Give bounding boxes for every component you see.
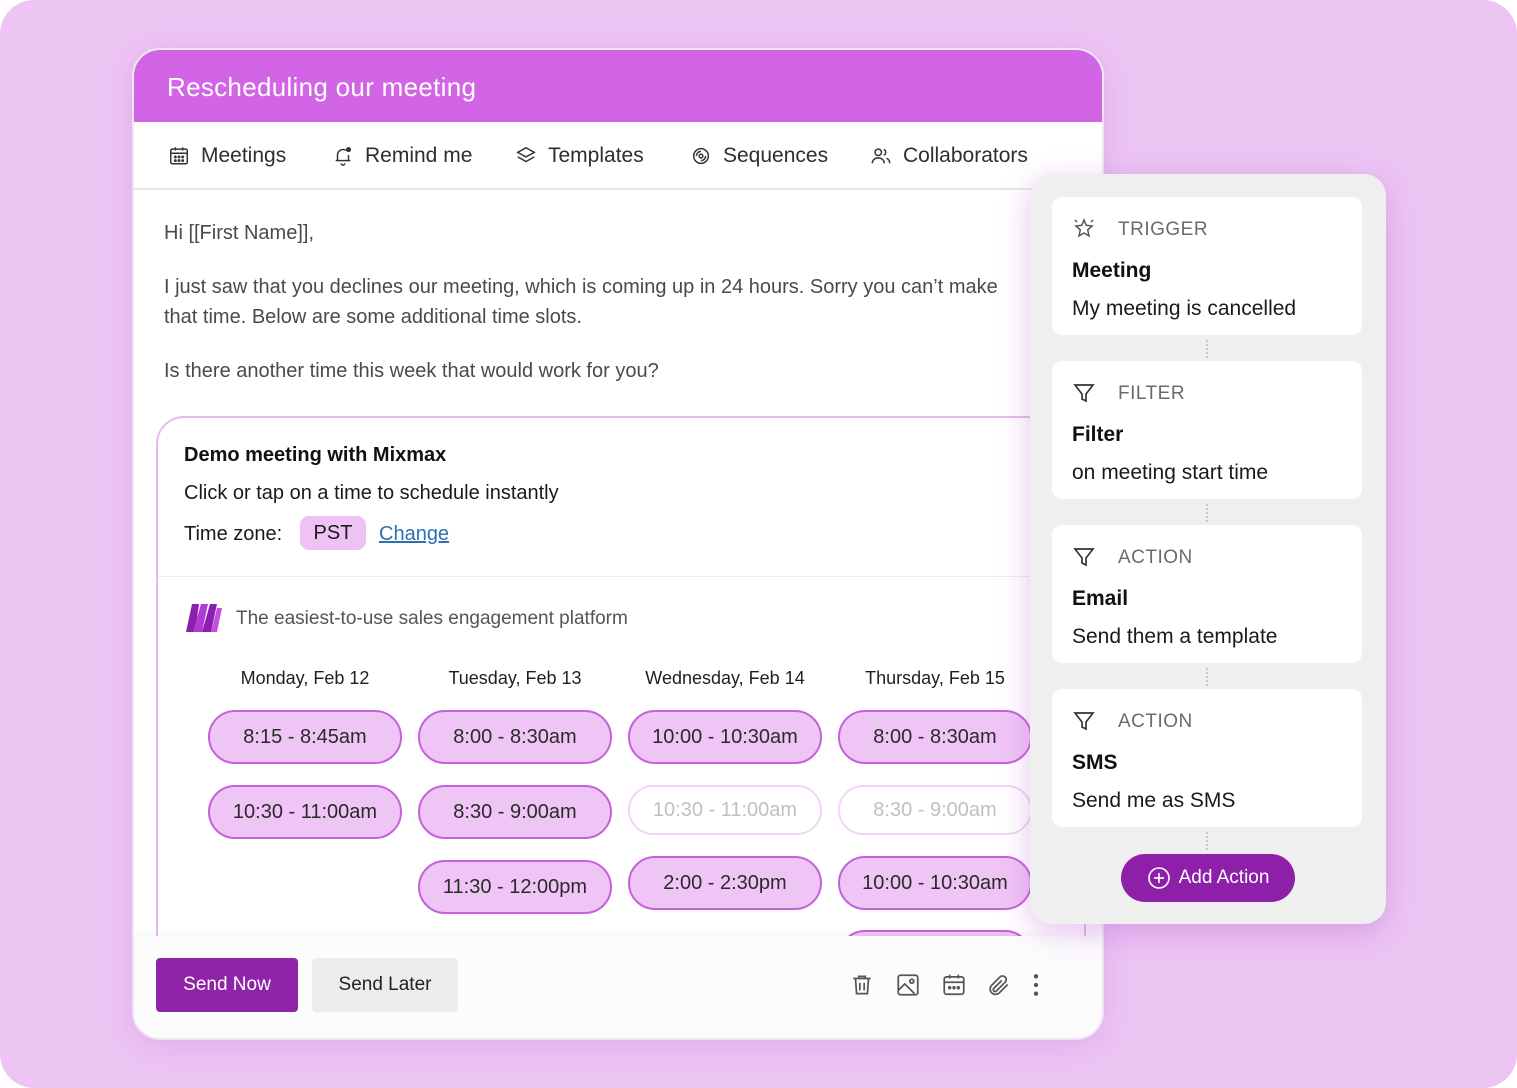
compose-toolbar: Meetings Remind me Templates Sequences C…	[134, 122, 1102, 190]
step-title: Email	[1072, 587, 1129, 610]
step-title: SMS	[1072, 751, 1118, 774]
toolbar-collaborators[interactable]: Collaborators	[870, 142, 1028, 170]
step-description: My meeting is cancelled	[1072, 297, 1297, 320]
step-kind: ACTION	[1118, 547, 1193, 568]
email-line-1: I just saw that you declines our meeting…	[164, 276, 998, 298]
workflow-step-trigger[interactable]: TRIGGER Meeting My meeting is cancelled	[1052, 197, 1362, 335]
users-icon	[871, 148, 891, 164]
toolbar-remind-label: Remind me	[365, 144, 473, 167]
filter-icon	[1073, 548, 1095, 567]
send-now-button[interactable]: Send Now	[156, 958, 298, 1012]
image-icon[interactable]	[895, 972, 921, 998]
day-header: Wednesday, Feb 14	[645, 668, 805, 688]
time-slot[interactable]: 8:15 - 8:45am	[208, 710, 402, 764]
layers-icon	[516, 146, 536, 163]
sparkle-icon	[1074, 218, 1094, 238]
calendar-icon	[170, 147, 188, 165]
email-greeting: Hi [[First Name]],	[164, 222, 315, 244]
add-action-label: Add Action	[1178, 867, 1270, 888]
timezone-badge: PST	[300, 516, 366, 550]
time-slot[interactable]: 11:30 - 12:00pm	[418, 860, 612, 914]
workflow-panel: TRIGGER Meeting My meeting is cancelled …	[1030, 174, 1386, 924]
time-slot-unavailable: 10:30 - 11:00am	[628, 785, 822, 835]
sequences-icon	[692, 147, 710, 165]
day-header: Monday, Feb 12	[240, 668, 370, 688]
card-divider	[158, 576, 1084, 577]
mixmax-logo-icon	[186, 604, 222, 632]
email-line-3: Is there another time this week that wou…	[164, 360, 659, 382]
filter-icon	[1073, 384, 1095, 403]
step-description: on meeting start time	[1072, 461, 1269, 484]
paperclip-icon[interactable]	[986, 972, 1012, 998]
compose-footer: Send Now Send Later	[134, 936, 1102, 1038]
toolbar-sequences[interactable]: Sequences	[690, 142, 828, 170]
time-slot[interactable]: 8:30 - 9:00am	[418, 785, 612, 839]
step-title: Filter	[1072, 423, 1124, 446]
step-connector	[1206, 832, 1208, 850]
toolbar-meetings-label: Meetings	[201, 144, 287, 167]
change-timezone-link[interactable]: Change	[379, 523, 449, 546]
step-kind: TRIGGER	[1118, 219, 1209, 240]
toolbar-templates-label: Templates	[548, 144, 644, 167]
send-later-button[interactable]: Send Later	[312, 958, 458, 1012]
day-header: Thursday, Feb 15	[865, 668, 1005, 688]
workflow-step-action-sms[interactable]: ACTION SMS Send me as SMS	[1052, 689, 1362, 827]
step-connector	[1206, 340, 1208, 358]
toolbar-meetings[interactable]: Meetings	[168, 142, 286, 170]
step-title: Meeting	[1072, 259, 1152, 282]
toolbar-remind-me[interactable]: Remind me	[332, 142, 472, 170]
time-slot[interactable]: 8:00 - 8:30am	[418, 710, 612, 764]
toolbar-sequences-label: Sequences	[723, 144, 829, 167]
time-slot-unavailable: 8:30 - 9:00am	[838, 785, 1032, 835]
day-header: Tuesday, Feb 13	[448, 668, 582, 688]
toolbar-collaborators-label: Collaborators	[903, 144, 1028, 167]
meeting-subtitle: Click or tap on a time to schedule insta…	[184, 482, 559, 504]
step-connector	[1206, 504, 1208, 522]
step-description: Send me as SMS	[1072, 789, 1236, 812]
workflow-step-filter[interactable]: FILTER Filter on meeting start time	[1052, 361, 1362, 499]
time-slot[interactable]: 10:00 - 10:30am	[838, 856, 1032, 910]
step-connector	[1206, 668, 1208, 686]
filter-icon	[1073, 712, 1095, 731]
trash-icon[interactable]	[849, 972, 875, 998]
compose-window: Rescheduling our meeting Meetings Remind…	[132, 48, 1104, 1040]
bell-icon	[335, 147, 352, 166]
brand-tagline: The easiest-to-use sales engagement plat…	[236, 608, 628, 629]
email-line-2: that time. Below are some additional tim…	[164, 306, 582, 328]
add-action-button[interactable]: Add Action	[1121, 854, 1295, 902]
calendar-icon[interactable]	[941, 972, 967, 998]
step-kind: FILTER	[1118, 383, 1186, 404]
meeting-title: Demo meeting with Mixmax	[184, 444, 447, 466]
email-subject[interactable]: Rescheduling our meeting	[134, 50, 1102, 122]
time-slot[interactable]: 8:00 - 8:30am	[838, 710, 1032, 764]
step-description: Send them a template	[1072, 625, 1278, 648]
step-kind: ACTION	[1118, 711, 1193, 732]
more-vertical-icon[interactable]	[1023, 972, 1049, 998]
time-slot[interactable]: 10:30 - 11:00am	[208, 785, 402, 839]
workflow-step-action-email[interactable]: ACTION Email Send them a template	[1052, 525, 1362, 663]
plus-circle-icon	[1147, 867, 1170, 889]
toolbar-templates[interactable]: Templates	[515, 142, 644, 170]
time-slot[interactable]: 10:00 - 10:30am	[628, 710, 822, 764]
time-slot[interactable]: 2:00 - 2:30pm	[628, 856, 822, 910]
timezone-label: Time zone:	[184, 523, 283, 545]
